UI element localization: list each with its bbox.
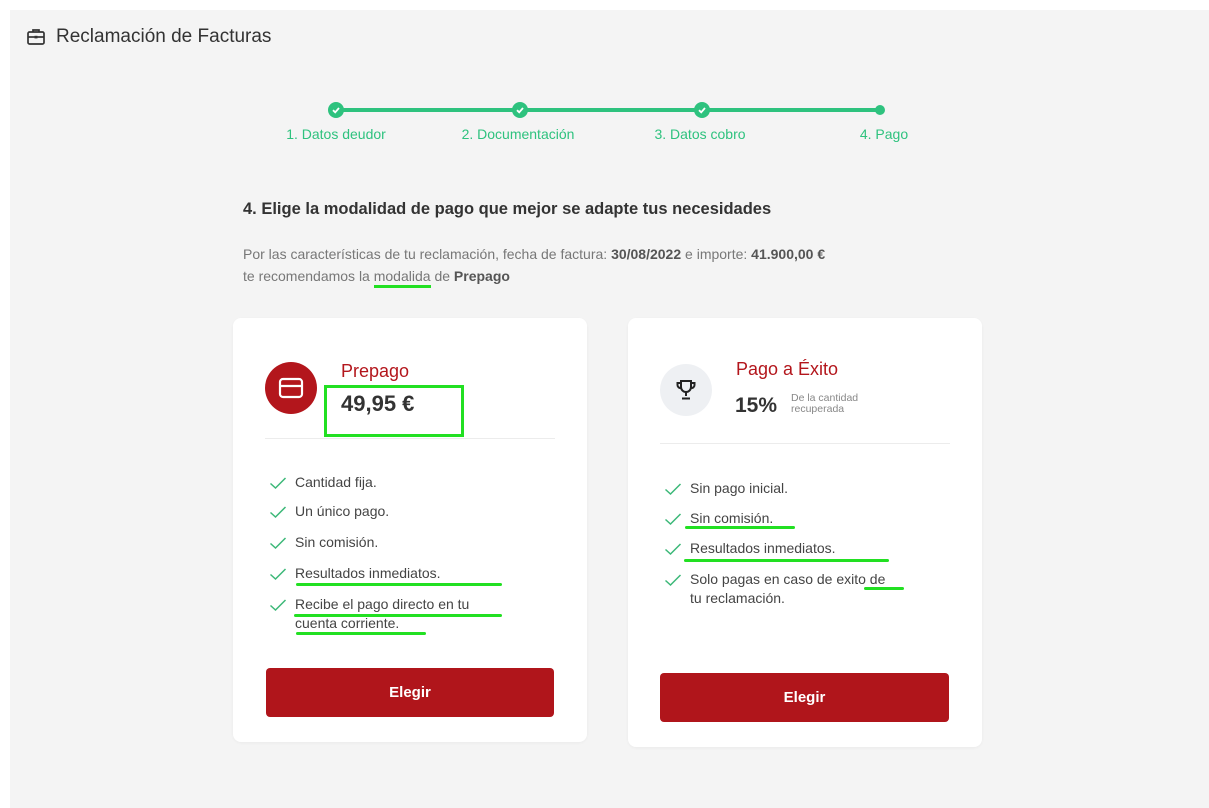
desc-line2-prefix: te recomendamos la xyxy=(243,268,374,284)
feature-label: Cantidad fija. xyxy=(295,474,377,490)
annotation-highlight-box xyxy=(324,385,464,437)
plan-percent-note: De la cantidad recuperada xyxy=(791,392,859,415)
choose-prepago-button[interactable]: Elegir xyxy=(266,668,554,717)
plan-name-prepago: Prepago xyxy=(341,361,410,381)
desc-prefix: Por las características de tu reclamació… xyxy=(243,246,612,262)
plan-percent: 15% xyxy=(735,394,778,417)
section-title: 4. Elige la modalidad de pago que mejor … xyxy=(243,200,772,218)
desc-line2-mid: de xyxy=(430,268,454,284)
briefcase-icon xyxy=(26,27,46,47)
highlighted-word-modalida: modalida xyxy=(373,268,431,288)
plan-card-pago-a-exito: Pago a Éxito 15% De la cantidad recupera… xyxy=(628,318,982,747)
feature-item: Un único pago. xyxy=(269,502,389,521)
check-icon xyxy=(269,477,287,490)
card-divider xyxy=(660,443,950,444)
step-1-check-icon xyxy=(328,102,344,118)
check-icon xyxy=(269,599,287,612)
annotation-underline xyxy=(864,587,904,590)
feature-item: Solo pagas en caso de exito de tu reclam… xyxy=(664,570,894,608)
credit-card-icon xyxy=(265,362,317,414)
desc-mid: e importe: xyxy=(681,246,752,262)
check-icon xyxy=(269,568,287,581)
step-2-check-icon xyxy=(512,102,528,118)
feature-label: Sin pago inicial. xyxy=(690,480,789,496)
step-3-check-icon xyxy=(694,102,710,118)
plan-name-pago-a-exito: Pago a Éxito xyxy=(736,359,839,379)
feature-label: Resultados inmediatos. xyxy=(690,540,836,556)
check-icon xyxy=(664,574,682,587)
page-header: Reclamación de Facturas xyxy=(26,26,271,48)
feature-item: Sin comisión. xyxy=(269,533,378,552)
annotation-underline xyxy=(294,614,502,617)
progress-stepper: 1. Datos deudor 2. Documentación 3. Dato… xyxy=(250,95,950,155)
trophy-icon xyxy=(660,364,712,416)
page-title: Reclamación de Facturas xyxy=(56,26,272,47)
annotation-underline xyxy=(684,559,889,562)
invoice-amount: 41.900,00 € xyxy=(751,246,826,262)
choose-pago-a-exito-button[interactable]: Elegir xyxy=(660,673,949,722)
feature-item: Resultados inmediatos. xyxy=(664,539,836,558)
check-icon xyxy=(269,506,287,519)
feature-item: Sin pago inicial. xyxy=(664,479,788,498)
card-divider xyxy=(265,438,555,439)
invoice-date: 30/08/2022 xyxy=(611,246,682,262)
annotation-underline xyxy=(296,583,502,586)
check-icon xyxy=(269,537,287,550)
check-icon xyxy=(664,513,682,526)
check-icon xyxy=(664,543,682,556)
step-label-datos-deudor[interactable]: 1. Datos deudor xyxy=(286,126,386,142)
feature-item: Resultados inmediatos. xyxy=(269,564,441,583)
feature-label: Resultados inmediatos. xyxy=(295,565,441,581)
step-label-documentacion[interactable]: 2. Documentación xyxy=(462,126,575,142)
annotation-underline xyxy=(296,632,426,635)
check-icon xyxy=(664,483,682,496)
step-label-pago: 4. Pago xyxy=(859,126,909,142)
plan-card-prepago: Prepago 49,95 € Cantidad fija. Un único … xyxy=(233,318,587,742)
recommendation-text: Por las características de tu reclamació… xyxy=(243,243,983,288)
annotation-underline xyxy=(685,526,795,529)
stepper-track xyxy=(336,108,879,112)
step-4-current-dot xyxy=(875,105,885,115)
step-label-datos-cobro[interactable]: 3. Datos cobro xyxy=(654,126,745,142)
feature-label: Sin comisión. xyxy=(295,534,379,550)
recommended-plan: Prepago xyxy=(453,268,510,284)
feature-item: Cantidad fija. xyxy=(269,473,377,492)
feature-label: Un único pago. xyxy=(295,503,390,519)
